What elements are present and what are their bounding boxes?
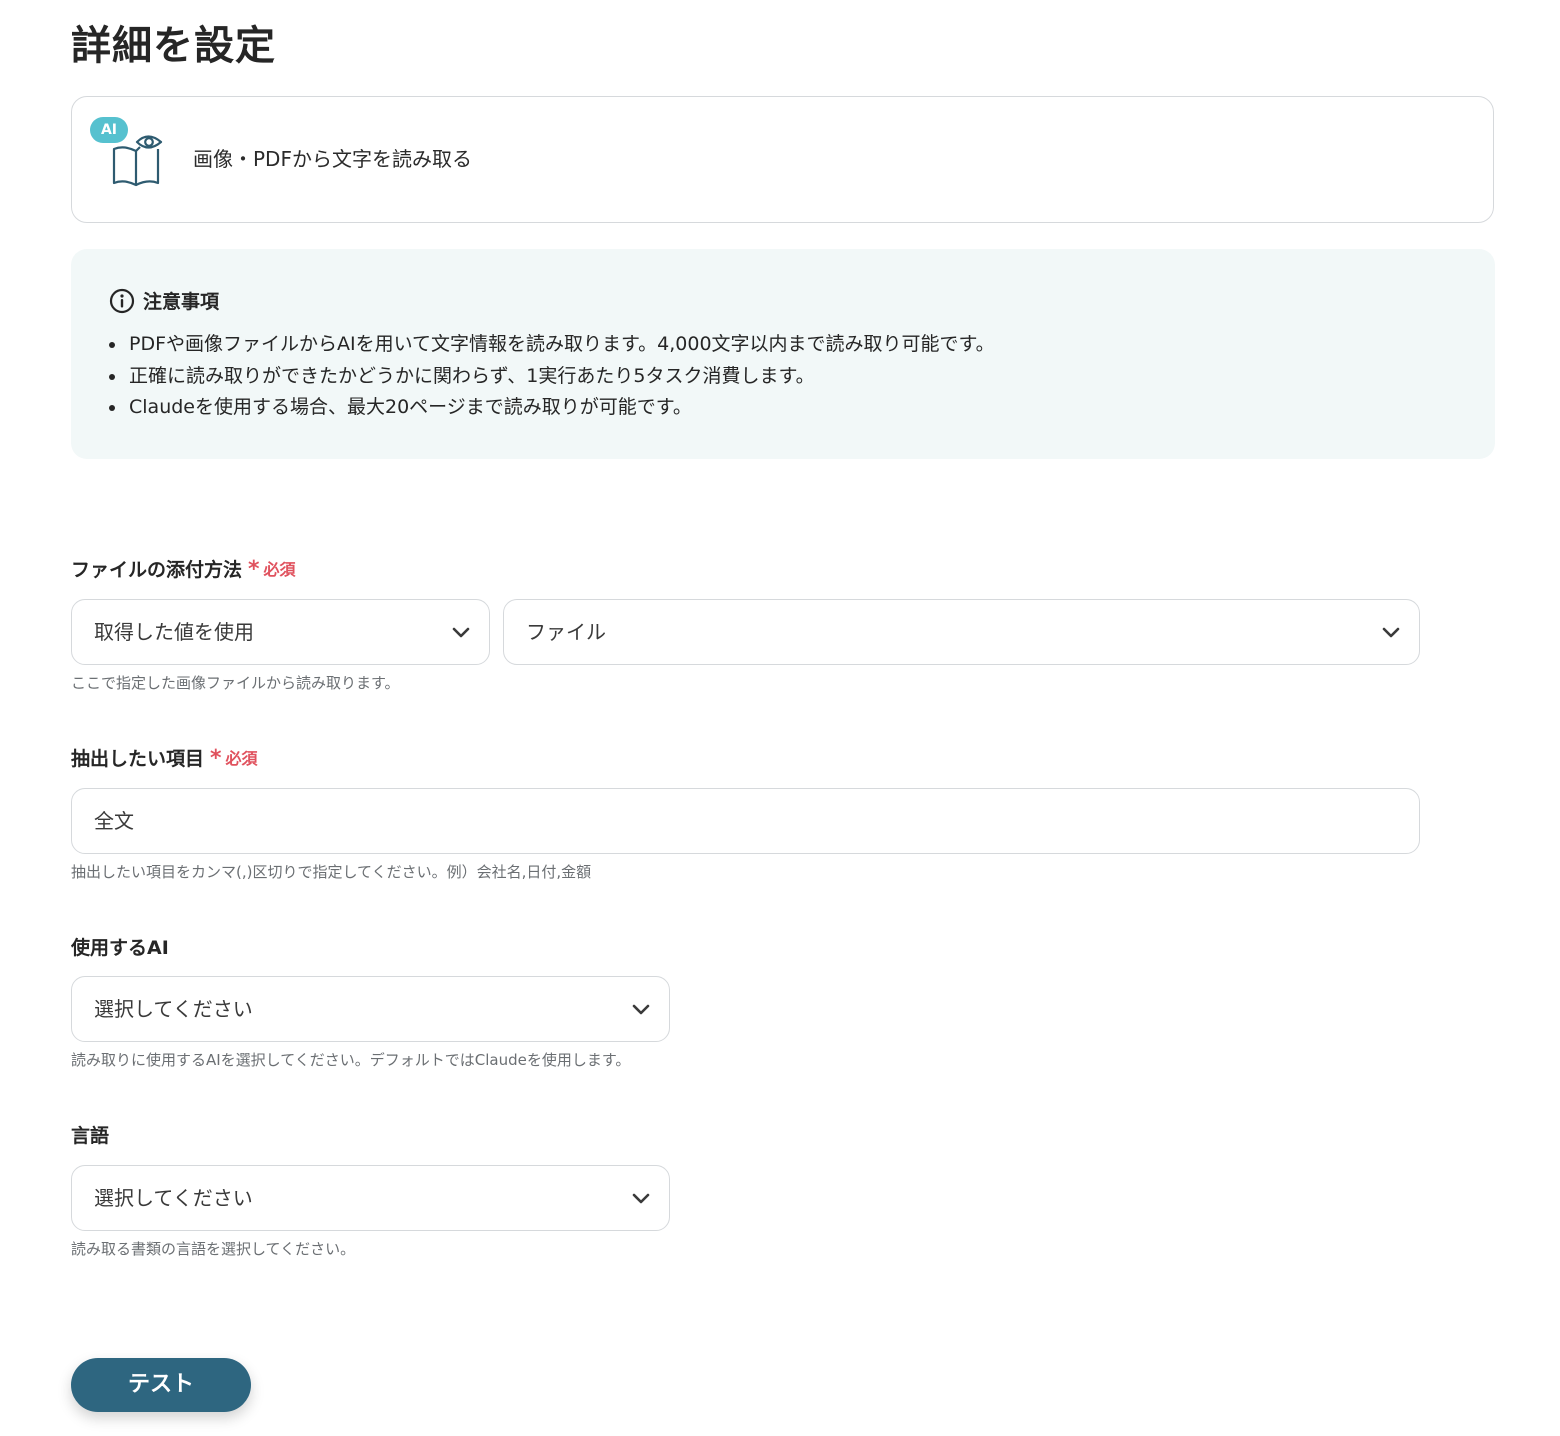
required-star: * (210, 746, 222, 771)
action-card[interactable]: AI 画像・PDFから文字を読み取る (71, 96, 1494, 223)
required-text: 必須 (263, 560, 296, 579)
required-text: 必須 (225, 749, 258, 768)
language-select-value: 選択してください (94, 1186, 253, 1210)
extract-items-label: 抽出したい項目 * 必須 (71, 746, 258, 772)
chevron-down-icon (1382, 627, 1400, 638)
extract-items-value: 全文 (94, 809, 134, 833)
notice-title: 注意事項 (143, 291, 220, 313)
attach-method-label-text: ファイルの添付方法 (71, 559, 243, 581)
chevron-down-icon (632, 1004, 650, 1015)
file-select[interactable]: ファイル (503, 599, 1420, 665)
book-svg (112, 135, 163, 187)
action-label: 画像・PDFから文字を読み取る (193, 147, 472, 171)
chevron-down-icon (452, 627, 470, 638)
test-button[interactable]: テスト (71, 1358, 251, 1412)
notice-item: PDFや画像ファイルからAIを用いて文字情報を読み取ります。4,000文字以内ま… (127, 329, 995, 361)
info-icon (109, 288, 135, 313)
ai-select[interactable]: 選択してください (71, 976, 670, 1042)
language-help: 読み取る書類の言語を選択してください。 (71, 1240, 356, 1258)
ai-select-value: 選択してください (94, 997, 253, 1021)
language-select[interactable]: 選択してください (71, 1165, 670, 1231)
language-label: 言語 (71, 1123, 109, 1149)
book-eye-icon: AI (90, 117, 170, 197)
ai-select-label-text: 使用するAI (71, 937, 169, 959)
file-value: ファイル (526, 620, 606, 644)
notice-item: 正確に読み取りができたかどうかに関わらず、1実行あたり5タスク消費します。 (127, 361, 995, 393)
chevron-down-icon (632, 1193, 650, 1204)
attach-method-label: ファイルの添付方法 * 必須 (71, 557, 296, 583)
attach-method-help: ここで指定した画像ファイルから読み取ります。 (71, 674, 400, 692)
notice-header: 注意事項 (109, 287, 219, 314)
extract-items-label-text: 抽出したい項目 (71, 748, 205, 770)
extract-items-help: 抽出したい項目をカンマ(,)区切りで指定してください。例）会社名,日付,金額 (71, 863, 592, 881)
required-star: * (248, 557, 260, 582)
notice-item: Claudeを使用する場合、最大20ページまで読み取りが可能です。 (127, 392, 995, 424)
ai-select-label: 使用するAI (71, 935, 169, 961)
notice-box: 注意事項 PDFや画像ファイルからAIを用いて文字情報を読み取ります。4,000… (71, 249, 1495, 459)
ai-select-help: 読み取りに使用するAIを選択してください。デフォルトではClaudeを使用します… (71, 1051, 631, 1069)
attach-method-select[interactable]: 取得した値を使用 (71, 599, 490, 665)
page-title: 詳細を設定 (71, 23, 276, 69)
extract-items-input[interactable]: 全文 (71, 788, 1420, 854)
notice-list: PDFや画像ファイルからAIを用いて文字情報を読み取ります。4,000文字以内ま… (109, 329, 995, 424)
language-label-text: 言語 (71, 1125, 110, 1147)
attach-method-value: 取得した値を使用 (94, 620, 254, 644)
